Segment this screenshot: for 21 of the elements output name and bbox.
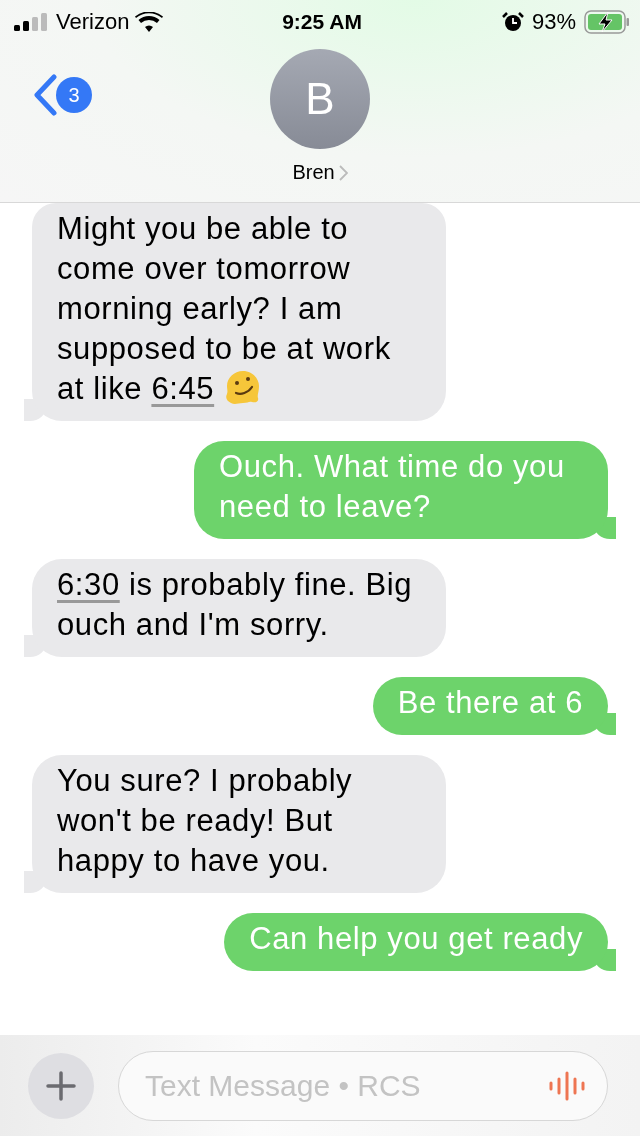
plus-icon <box>45 1069 77 1102</box>
message-bubble: Be there at 6 <box>372 677 608 735</box>
message-bubble: You sure? I probably won't be ready! But happy to have you. <box>32 755 446 893</box>
battery-percent: 93% <box>531 9 576 35</box>
alarm-clock-icon <box>501 11 524 33</box>
contact-name[interactable]: Bren <box>292 161 348 184</box>
wifi-icon <box>135 12 164 32</box>
back-button[interactable]: 3 <box>32 74 92 116</box>
message-bubble: 6:30 is probably fine. Big ouch and I'm sorry. <box>32 559 446 657</box>
chevron-right-icon <box>338 164 348 181</box>
back-chevron-icon <box>32 74 58 116</box>
time-link[interactable]: 6:45 <box>151 371 215 406</box>
message-bubble: Might you be able to come over tomorrow morning early? I am supposed to be at work at like 6:45 <box>32 203 446 421</box>
unread-badge: 3 <box>56 77 92 113</box>
carrier-name: Verizon <box>56 9 130 35</box>
message-bubble: Ouch. What time do you need to leave? <box>194 441 608 539</box>
audio-waveform-icon[interactable] <box>548 1070 586 1101</box>
time-link[interactable]: 6:30 <box>57 567 120 602</box>
status-time: 9:25 AM <box>282 10 362 34</box>
message-bubble: Can help you get ready <box>224 913 608 971</box>
signal-icon <box>14 13 50 31</box>
